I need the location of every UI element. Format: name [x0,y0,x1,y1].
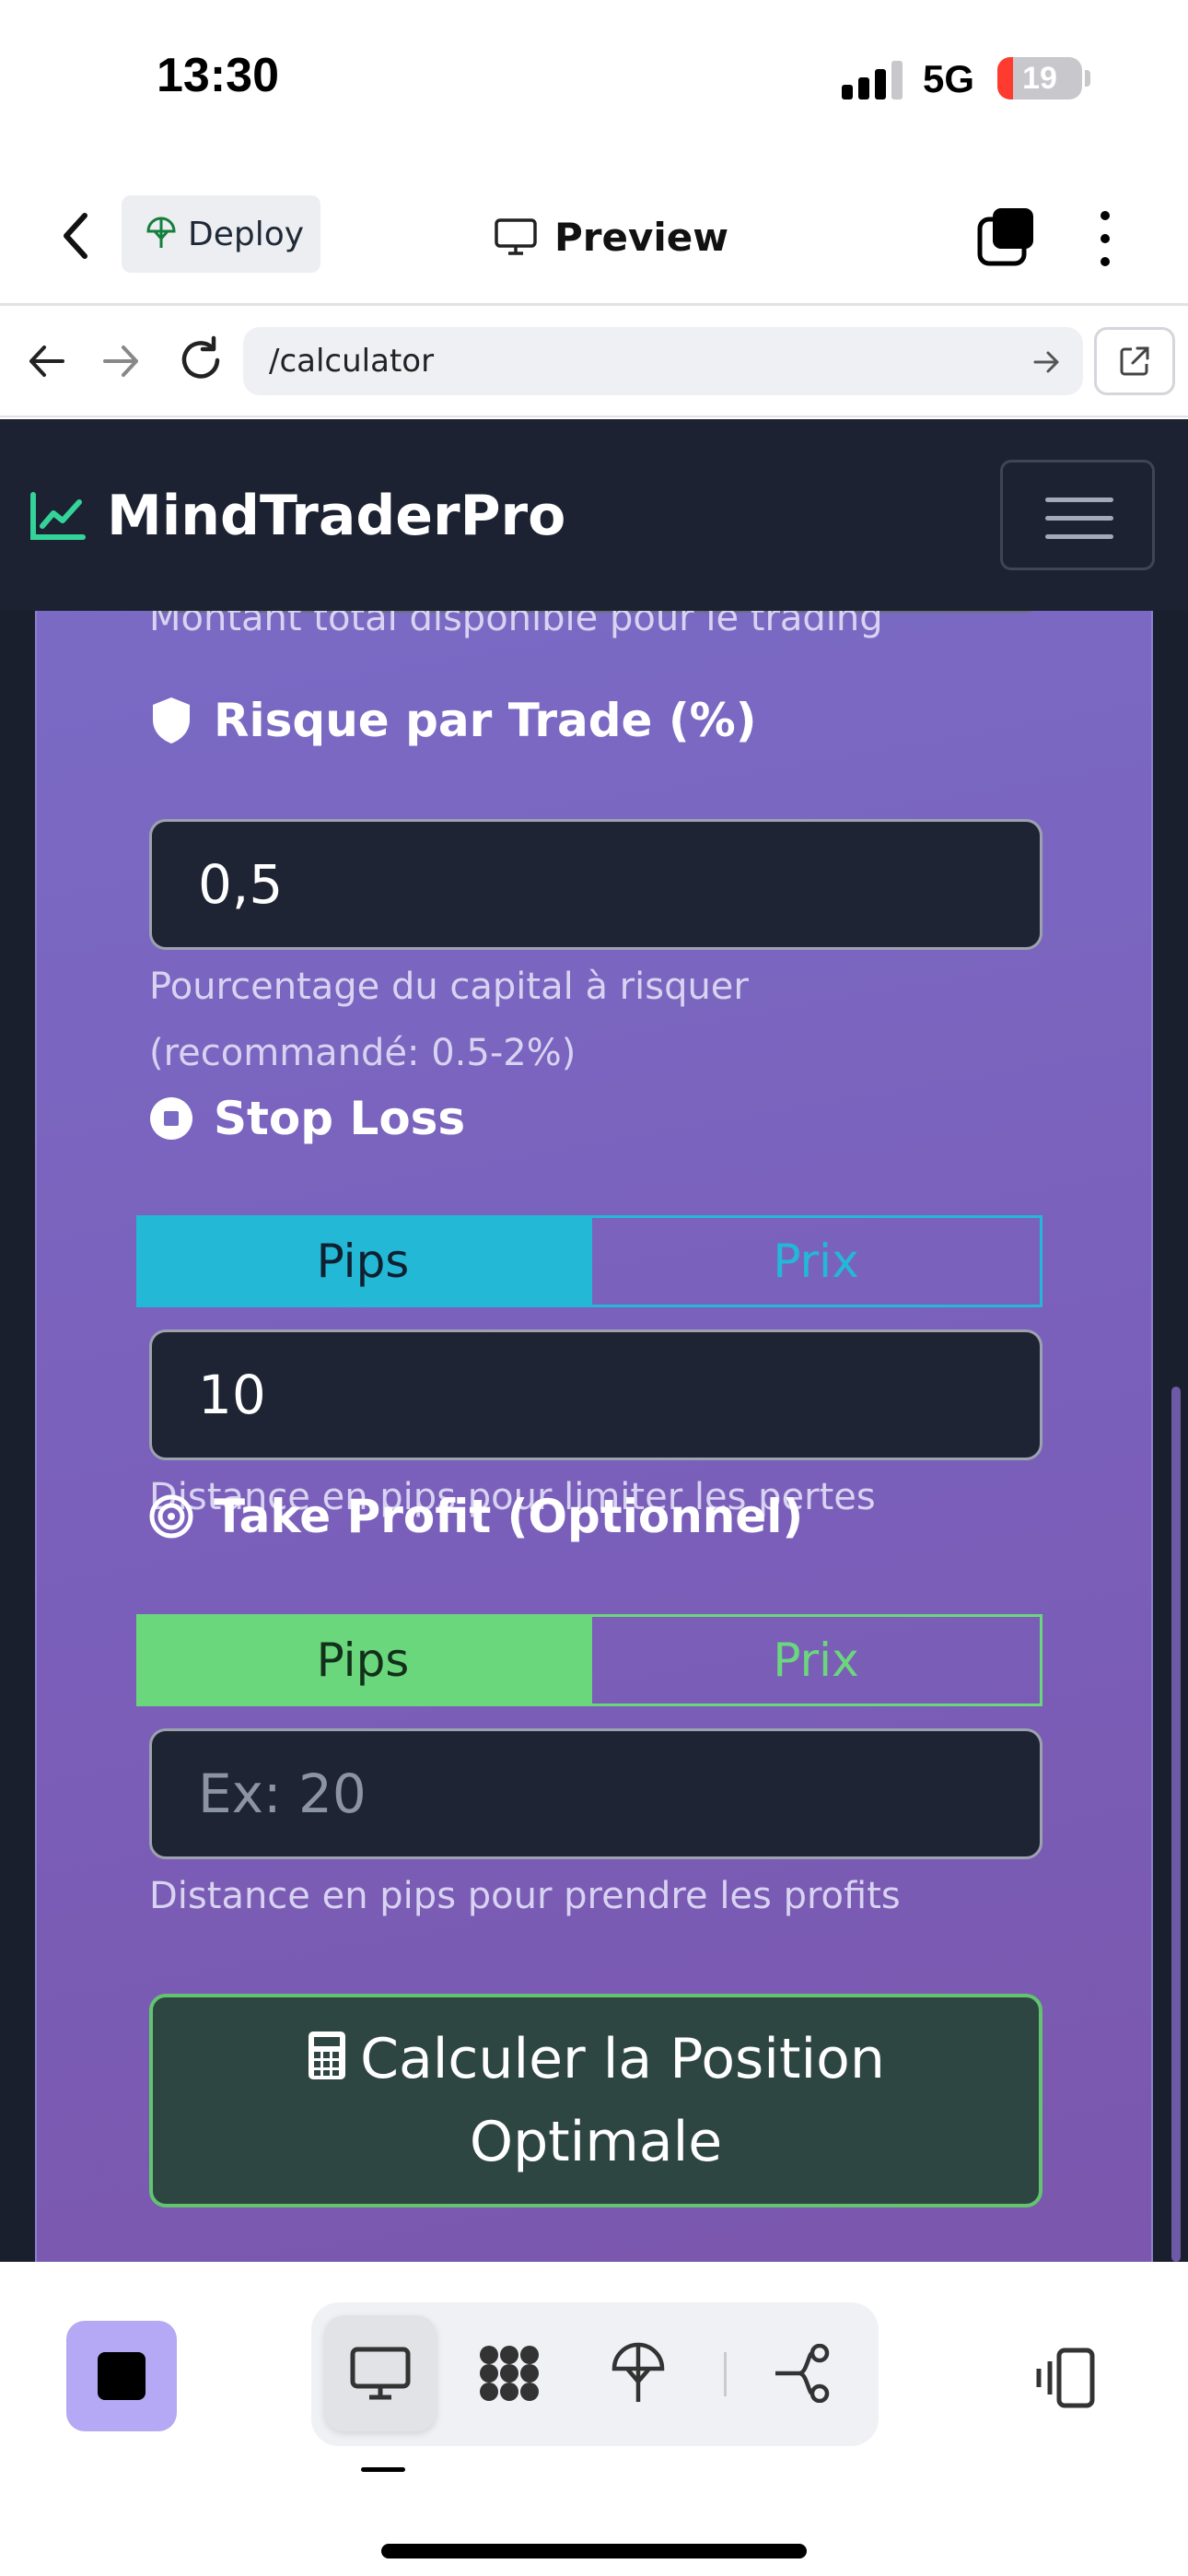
status-time: 13:30 [157,49,279,102]
devices-icon[interactable] [1031,2345,1098,2411]
status-bar: 13:30 5G 19 [0,0,1188,166]
take-profit-placeholder: Ex: 20 [198,1762,367,1825]
battery-percent: 19 [1022,61,1057,96]
url-go-arrow-icon[interactable] [1030,345,1063,379]
deploy-button[interactable]: Deploy [122,195,320,273]
stop-loss-mode-toggle: Pips Prix [136,1215,1042,1307]
risk-label-text: Risque par Trade (%) [214,694,757,747]
tabs-icon[interactable] [974,205,1039,269]
home-indicator [381,2544,807,2558]
take-profit-input[interactable]: Ex: 20 [149,1728,1042,1859]
monitor-icon [350,2347,411,2400]
open-external-button[interactable] [1094,327,1175,395]
view-switcher [311,2302,879,2446]
deploy-icon [146,217,176,248]
git-icon [775,2344,830,2403]
preview-label: Preview [554,214,729,260]
shield-icon [153,697,190,744]
workspace-icon [480,2346,539,2401]
preview-title: Preview [494,205,728,269]
back-chevron-icon[interactable] [53,208,99,263]
stop-loss-pips-option[interactable]: Pips [136,1215,589,1307]
git-view-button[interactable] [748,2315,860,2431]
brand-name: MindTraderPro [107,484,566,548]
calculate-position-button[interactable]: Calculer la Position Optimale [149,1994,1042,2207]
toolbar-divider [724,2352,727,2396]
stop-icon [98,2352,146,2400]
battery-icon: 19 [997,57,1082,100]
stop-loss-price-option[interactable]: Prix [589,1215,1042,1307]
active-view-indicator [361,2467,405,2472]
deploy-icon [611,2342,665,2402]
workspace-view-button[interactable] [453,2315,565,2431]
risk-help-recommendation: (recommandé: 0.5-2%) [149,1032,577,1074]
brand[interactable]: MindTraderPro [29,484,565,548]
url-text: /calculator [269,343,435,380]
take-profit-mode-toggle: Pips Prix [136,1614,1042,1706]
browser-back-icon[interactable] [22,336,72,386]
menu-toggle-button[interactable] [1000,460,1155,570]
deploy-label: Deploy [188,215,305,253]
stop-button[interactable] [66,2321,177,2431]
url-input[interactable]: /calculator [243,327,1083,395]
risk-input-value: 0,5 [198,853,284,916]
network-type: 5G [923,57,975,100]
risk-input[interactable]: 0,5 [149,819,1042,950]
cellular-signal-icon [842,61,903,100]
take-profit-help-text: Distance en pips pour prendre les profit… [149,1875,901,1917]
calculator-panel: Montant total disponible pour le trading… [35,557,1153,2262]
browser-url-row: /calculator [0,309,1188,417]
stop-loss-input[interactable]: 10 [149,1329,1042,1460]
risk-help-text: Pourcentage du capital à risquer [149,966,749,1008]
take-profit-price-option[interactable]: Prix [589,1614,1042,1706]
web-content: MindTraderPro Montant total disponible p… [0,419,1188,2262]
take-profit-label-text: Take Profit (Optionnel) [214,1490,804,1543]
calculate-button-label: Calculer la Position Optimale [360,2027,885,2174]
stop-loss-label-text: Stop Loss [214,1092,466,1145]
page-scrollbar[interactable] [1171,1387,1181,2262]
app-header: Deploy Preview [0,166,1188,306]
risk-label: Risque par Trade (%) [149,694,757,747]
stop-loss-label: Stop Loss [149,1092,465,1145]
site-navbar: MindTraderPro [0,419,1188,611]
reload-icon[interactable] [173,333,228,388]
external-link-icon [1120,346,1149,376]
bottom-toolbar [0,2262,1188,2576]
more-options-icon[interactable] [1087,206,1124,271]
stop-loss-input-value: 10 [198,1364,266,1426]
take-profit-label: Take Profit (Optionnel) [149,1490,803,1543]
stop-circle-icon [150,1097,192,1140]
browser-forward-icon[interactable] [96,336,146,386]
target-icon [149,1494,193,1539]
calculator-icon [309,2032,346,2079]
preview-view-button[interactable] [324,2315,437,2431]
battery-cap [1085,70,1090,87]
chart-line-icon [30,492,86,540]
monitor-icon [495,218,537,255]
take-profit-pips-option[interactable]: Pips [136,1614,589,1706]
deployments-view-button[interactable] [582,2315,694,2431]
